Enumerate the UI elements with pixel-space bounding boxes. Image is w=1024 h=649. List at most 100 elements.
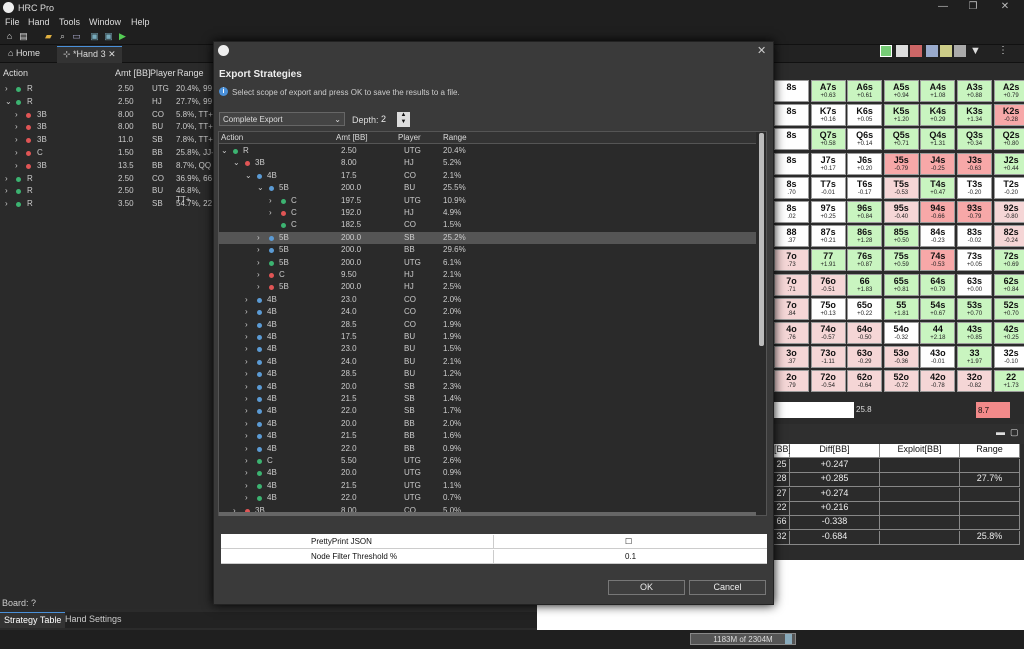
hand-cell[interactable]: K6s +0.05 — [847, 104, 883, 127]
left-tree-row[interactable]: › R 2.50 CO 36.9%, 66 — [0, 173, 214, 185]
chevron-right-icon[interactable]: › — [245, 456, 248, 465]
left-tree-row[interactable]: › 3B 13.5 BB 8.7%, QQ — [0, 160, 214, 172]
left-tree-row[interactable]: › 3B 11.0 SB 7.8%, TT+ — [0, 134, 214, 146]
chevron-right-icon[interactable]: › — [15, 110, 18, 119]
hand-cell[interactable]: 53s +0.70 — [957, 297, 992, 320]
tree-row[interactable]: ⌄ 5B 200.0 BU 25.5% — [219, 182, 756, 195]
menu-icon[interactable]: ⋮ — [998, 45, 1008, 56]
menu-tools[interactable]: Tools — [59, 17, 80, 27]
hand-cell[interactable]: 3o .37 — [774, 346, 809, 369]
hand-cell[interactable]: 85s +0.50 — [883, 225, 919, 248]
minimize-icon[interactable]: — — [933, 1, 953, 14]
hand-cell[interactable]: 73o -1.11 — [810, 346, 846, 369]
tree-row[interactable]: › C 5.50 UTG 2.6% — [219, 455, 756, 468]
tree-row[interactable]: › 4B 23.0 CO 2.0% — [219, 294, 756, 307]
hand-cell[interactable]: T3s -0.20 — [957, 176, 992, 199]
export-scope-select[interactable]: Complete Export ⌄ — [219, 112, 345, 126]
hand-cell[interactable]: J5s -0.79 — [883, 152, 919, 175]
tree-row[interactable]: › 4B 28.5 CO 1.9% — [219, 319, 756, 332]
chevron-right-icon[interactable]: › — [245, 332, 248, 341]
tree-row[interactable]: › 4B 20.0 BB 2.0% — [219, 418, 756, 431]
hand-cell[interactable]: 92s -0.80 — [993, 201, 1024, 223]
hand-cell[interactable]: 7o .84 — [774, 297, 809, 320]
tree-row[interactable]: › 4B 22.0 UTG 0.7% — [219, 492, 756, 505]
hand-cell[interactable]: 22 +1.73 — [993, 370, 1024, 393]
chevron-right-icon[interactable]: › — [5, 199, 8, 208]
tree-col-action[interactable]: Action — [221, 133, 243, 142]
tree-h-scrollbar[interactable] — [219, 512, 756, 516]
filter-icon[interactable]: ▼ — [970, 45, 981, 57]
col-action[interactable]: Action — [3, 68, 28, 78]
tab-hand-settings[interactable]: Hand Settings — [63, 612, 124, 628]
view-mode-3-icon[interactable] — [910, 45, 922, 57]
view-mode-icon[interactable] — [880, 45, 892, 57]
hand-cell[interactable]: 82s -0.24 — [993, 225, 1024, 248]
hand-cell[interactable]: 75o +0.13 — [810, 297, 846, 320]
chevron-right-icon[interactable]: › — [245, 468, 248, 477]
chevron-right-icon[interactable]: › — [257, 233, 260, 242]
hand-cell[interactable]: 62s +0.84 — [993, 273, 1024, 296]
hand-cell[interactable]: 84s -0.23 — [920, 225, 956, 248]
hand-cell[interactable]: K2s -0.28 — [993, 104, 1024, 127]
threshold-input[interactable]: 0.1 — [625, 552, 636, 561]
hand-cell[interactable]: 63o -0.29 — [847, 346, 883, 369]
depth-input[interactable]: 2 — [381, 114, 386, 124]
tree-row[interactable]: › 5B 200.0 HJ 2.5% — [219, 281, 756, 294]
hand-cell[interactable]: 8s — [774, 80, 809, 102]
hand-cell[interactable]: 72s +0.69 — [993, 249, 1024, 272]
hand-cell[interactable]: T2s -0.20 — [993, 176, 1024, 199]
hand-cell[interactable]: K7s +0.16 — [810, 104, 846, 127]
maximize-icon[interactable]: ❐ — [963, 1, 983, 14]
tree-row[interactable]: › 5B 200.0 UTG 6.1% — [219, 257, 756, 270]
hand-cell[interactable]: 76s +0.87 — [847, 249, 883, 272]
ok-button[interactable]: OK — [608, 580, 685, 595]
chevron-right-icon[interactable]: › — [245, 406, 248, 415]
tab-strategy-table[interactable]: Strategy Table — [0, 612, 66, 628]
hand-cell[interactable]: 55 +1.81 — [883, 297, 919, 320]
hand-cell[interactable]: J7s +0.17 — [810, 152, 846, 175]
menu-window[interactable]: Window — [89, 17, 121, 27]
minimize-panel-icon[interactable]: ▬ — [996, 427, 1005, 437]
dialog-close-icon[interactable]: ✕ — [757, 44, 766, 57]
col-amt[interactable]: Amt [BB] — [115, 68, 151, 78]
view-mode-5-icon[interactable] — [940, 45, 952, 57]
hand-cell[interactable]: J3s -0.63 — [957, 152, 992, 175]
tree-row[interactable]: › 5B 200.0 SB 25.2% — [219, 231, 756, 245]
hand-cell[interactable]: 8s — [774, 152, 809, 175]
hand-cell[interactable]: 7o .73 — [774, 249, 809, 272]
hand-cell[interactable]: A7s +0.63 — [810, 80, 846, 102]
left-tree-row[interactable]: › 3B 8.00 CO 5.8%, TT+ — [0, 109, 214, 121]
chevron-down-icon[interactable]: ⌄ — [257, 183, 264, 192]
new-file-icon[interactable]: ▤ — [18, 31, 29, 42]
tree-row[interactable]: ⌄ 3B 8.00 HJ 5.2% — [219, 157, 756, 170]
chevron-right-icon[interactable]: › — [257, 245, 260, 254]
tree-row[interactable]: › 4B 20.0 SB 2.3% — [219, 381, 756, 394]
tree-row[interactable]: › 4B 21.5 UTG 1.1% — [219, 480, 756, 493]
left-tree-row[interactable]: ⌄ R 2.50 HJ 27.7%, 99 — [0, 96, 214, 108]
tree-row[interactable]: › 4B 22.0 BB 0.9% — [219, 443, 756, 456]
left-tree-row[interactable]: › R 3.50 SB 54.7%, 22 — [0, 198, 214, 210]
hand-cell[interactable]: 77 +1.91 — [810, 249, 846, 272]
hand-cell[interactable]: 52s +0.70 — [993, 297, 1024, 320]
chevron-right-icon[interactable]: › — [245, 431, 248, 440]
hand-cell[interactable]: A2s +0.79 — [993, 80, 1024, 102]
hand-cell[interactable]: 8s — [774, 104, 809, 127]
tree-col-range[interactable]: Range — [443, 133, 467, 142]
hand-cell[interactable]: J4s -0.25 — [920, 152, 956, 175]
stats-header[interactable]: [BB] — [774, 444, 791, 458]
hand-cell[interactable]: 65o +0.22 — [847, 297, 883, 320]
search-icon[interactable]: ⌕ — [57, 31, 68, 42]
tree-row[interactable]: › C 9.50 HJ 2.1% — [219, 269, 756, 282]
chevron-right-icon[interactable]: › — [15, 148, 18, 157]
depth-spinner[interactable]: ▲ ▼ — [397, 112, 410, 127]
hand-cell[interactable]: 52o -0.72 — [883, 370, 919, 393]
hand-cell[interactable]: 64s +0.79 — [920, 273, 956, 296]
chevron-right-icon[interactable]: › — [15, 161, 18, 170]
gc-icon[interactable] — [785, 634, 792, 644]
tree-row[interactable]: › 4B 20.0 UTG 0.9% — [219, 467, 756, 480]
tree-row[interactable]: ⌄ R 2.50 UTG 20.4% — [219, 145, 756, 158]
hand-cell[interactable]: 65s +0.81 — [883, 273, 919, 296]
hand-cell[interactable]: 8s .02 — [774, 201, 809, 223]
chevron-right-icon[interactable]: › — [257, 270, 260, 279]
open-folder-icon[interactable]: ▰ — [43, 31, 54, 42]
